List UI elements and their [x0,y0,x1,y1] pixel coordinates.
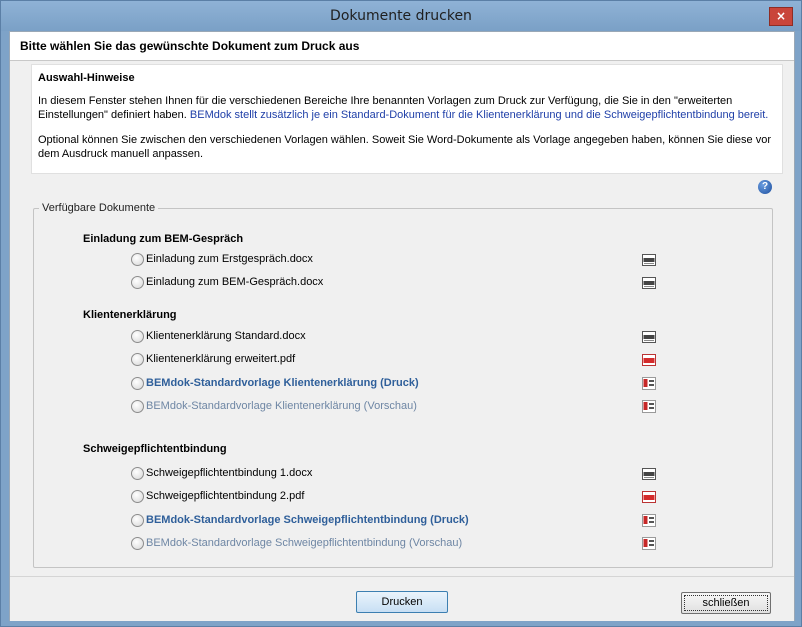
radio-button[interactable] [131,276,144,289]
document-label[interactable]: BEMdok-Standardvorlage Schweigepflichten… [146,537,462,549]
document-option[interactable]: Schweigepflichtentbindung 2.pdf [131,490,731,504]
section-title-klientenerklaerung: Klientenerklärung [83,309,177,321]
title-bar[interactable]: Dokumente drucken × [1,1,801,31]
dialog-header: Bitte wählen Sie das gewünschte Dokument… [10,32,794,61]
document-option[interactable]: BEMdok-Standardvorlage Schweigepflichten… [131,537,731,551]
document-option[interactable]: Klientenerklärung Standard.docx [131,330,731,344]
header-instruction: Bitte wählen Sie das gewünschte Dokument… [20,39,360,53]
document-option[interactable]: Einladung zum Erstgespräch.docx [131,253,731,267]
document-option[interactable]: BEMdok-Standardvorlage Klientenerklärung… [131,377,731,391]
radio-button[interactable] [131,400,144,413]
dialog-footer: Drucken schließen [10,576,794,621]
radio-button[interactable] [131,377,144,390]
bem-file-icon [642,537,656,550]
radio-button[interactable] [131,490,144,503]
hint-p1-highlight: BEMdok stellt zusätzlich je ein Standard… [189,109,769,121]
radio-button[interactable] [131,253,144,266]
document-option[interactable]: Schweigepflichtentbindung 1.docx [131,467,731,481]
bem-file-icon [642,400,656,413]
close-button[interactable]: schließen [681,592,771,614]
print-button[interactable]: Drucken [356,591,448,613]
document-label[interactable]: Schweigepflichtentbindung 1.docx [146,467,312,479]
document-label[interactable]: Einladung zum BEM-Gespräch.docx [146,276,323,288]
docx-file-icon [642,254,656,266]
docx-file-icon [642,331,656,343]
hint-title: Auswahl-Hinweise [38,72,135,84]
pdf-file-icon [642,354,656,366]
document-label[interactable]: Schweigepflichtentbindung 2.pdf [146,490,304,502]
radio-button[interactable] [131,330,144,343]
hint-panel: Auswahl-Hinweise In diesem Fenster stehe… [31,64,783,174]
hint-paragraph-1: In diesem Fenster stehen Ihnen für die v… [38,94,773,122]
pdf-file-icon [642,491,656,503]
document-option[interactable]: Klientenerklärung erweitert.pdf [131,353,731,367]
radio-button[interactable] [131,353,144,366]
document-label[interactable]: Klientenerklärung Standard.docx [146,330,306,342]
docx-file-icon [642,277,656,289]
document-label[interactable]: Klientenerklärung erweitert.pdf [146,353,295,365]
radio-button[interactable] [131,537,144,550]
help-icon[interactable]: ? [758,180,772,194]
document-label[interactable]: BEMdok-Standardvorlage Klientenerklärung… [146,377,419,389]
documents-group-legend: Verfügbare Dokumente [39,202,159,214]
document-option[interactable]: BEMdok-Standardvorlage Klientenerklärung… [131,400,731,414]
window-close-button[interactable]: × [769,7,793,26]
document-option[interactable]: BEMdok-Standardvorlage Schweigepflichten… [131,514,731,528]
document-option[interactable]: Einladung zum BEM-Gespräch.docx [131,276,731,290]
docx-file-icon [642,468,656,480]
document-label[interactable]: Einladung zum Erstgespräch.docx [146,253,313,265]
window-title: Dokumente drucken [330,8,472,24]
hint-paragraph-2: Optional können Sie zwischen den verschi… [38,134,771,160]
radio-button[interactable] [131,514,144,527]
section-title-einladung: Einladung zum BEM-Gespräch [83,233,244,245]
document-label[interactable]: BEMdok-Standardvorlage Klientenerklärung… [146,400,417,412]
dialog-client-area: Bitte wählen Sie das gewünschte Dokument… [9,31,795,621]
section-title-schweigepflicht: Schweigepflichtentbindung [83,443,227,455]
bem-file-icon [642,377,656,390]
document-label[interactable]: BEMdok-Standardvorlage Schweigepflichten… [146,514,469,526]
radio-button[interactable] [131,467,144,480]
dialog-window: Dokumente drucken × Bitte wählen Sie das… [0,0,802,627]
bem-file-icon [642,514,656,527]
